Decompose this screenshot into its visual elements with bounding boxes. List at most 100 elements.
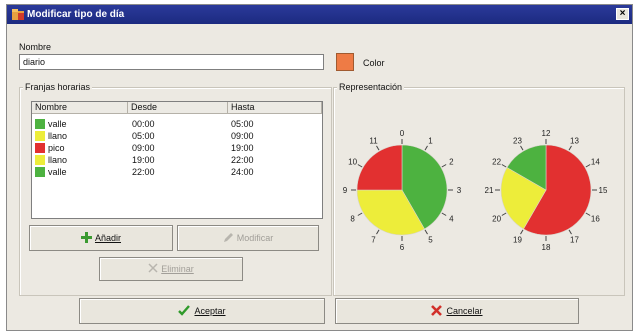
row-nombre: llano <box>48 131 68 141</box>
clock-label: 23 <box>513 137 522 146</box>
clock-label: 14 <box>591 158 600 167</box>
row-color-swatch <box>35 131 45 141</box>
clock-label: 16 <box>591 215 600 224</box>
franjas-legend: Franjas horarias <box>23 82 93 92</box>
clock-slice <box>356 144 403 191</box>
franjas-list[interactable]: Nombre Desde Hasta valle 00:00 05:00 lla… <box>31 101 323 219</box>
row-hasta: 19:00 <box>231 143 254 153</box>
clock-chart-pm: 12 13 14 15 16 17 18 19 20 21 22 23 <box>485 129 607 252</box>
modify-button[interactable]: Modificar <box>177 225 319 251</box>
clock-label: 17 <box>570 235 579 244</box>
col-header-hasta[interactable]: Hasta <box>228 102 322 114</box>
col-header-nombre[interactable]: Nombre <box>32 102 128 114</box>
clock-label: 10 <box>348 158 357 167</box>
cancel-button-label: Cancelar <box>446 306 483 316</box>
clock-tick <box>441 164 447 168</box>
row-hasta: 09:00 <box>231 131 254 141</box>
add-button-label: Añadir <box>94 233 121 243</box>
color-swatch[interactable] <box>336 53 354 71</box>
row-desde: 22:00 <box>132 167 155 177</box>
clock-tick <box>520 145 524 151</box>
app-icon <box>12 9 24 20</box>
representacion-legend: Representación <box>337 82 405 92</box>
nombre-label: Nombre <box>19 42 52 52</box>
clock-tick <box>568 229 572 235</box>
clock-label: 0 <box>400 129 405 138</box>
checkmark-icon <box>178 305 191 316</box>
list-item[interactable]: llano 19:00 22:00 <box>32 155 322 166</box>
row-hasta: 24:00 <box>231 167 254 177</box>
row-color-swatch <box>35 155 45 165</box>
clock-label: 12 <box>542 129 551 138</box>
clock-label: 8 <box>350 215 355 224</box>
clock-label: 4 <box>449 215 454 224</box>
window-title: Modificar tipo de día <box>27 9 125 20</box>
list-item[interactable]: pico 09:00 19:00 <box>32 143 322 154</box>
row-nombre: valle <box>48 167 67 177</box>
clock-tick <box>357 212 363 216</box>
nombre-input[interactable]: diario <box>19 54 324 70</box>
row-color-swatch <box>35 143 45 153</box>
row-nombre: valle <box>48 119 67 129</box>
row-desde: 00:00 <box>132 119 155 129</box>
delete-icon <box>148 263 158 273</box>
clock-tick <box>376 229 380 235</box>
clock-am-slices <box>356 144 448 236</box>
clock-tick <box>585 164 591 168</box>
clock-tick <box>501 164 507 168</box>
accept-button-label: Aceptar <box>194 306 226 316</box>
clock-tick <box>568 145 572 151</box>
clock-label: 20 <box>492 215 501 224</box>
row-nombre: pico <box>48 143 65 153</box>
add-button[interactable]: Añadir <box>29 225 173 251</box>
clock-tick <box>585 212 591 216</box>
clock-tick <box>441 212 447 216</box>
clock-label: 1 <box>428 137 433 146</box>
title-bar: Modificar tipo de día × <box>7 5 632 24</box>
clock-label: 13 <box>570 137 579 146</box>
clock-tick <box>357 164 363 168</box>
plus-icon <box>80 232 92 243</box>
row-color-swatch <box>35 119 45 129</box>
modify-button-label: Modificar <box>236 233 274 243</box>
clock-tick <box>424 229 428 235</box>
clock-label: 6 <box>400 243 405 252</box>
clock-chart-am: 0 1 2 3 4 5 6 7 8 9 10 11 <box>343 129 462 252</box>
list-item[interactable]: llano 05:00 09:00 <box>32 131 322 142</box>
accept-button[interactable]: Aceptar <box>79 298 325 324</box>
clock-tick <box>501 212 507 216</box>
clock-label: 3 <box>457 186 462 195</box>
cancel-button[interactable]: Cancelar <box>335 298 579 324</box>
clock-label: 18 <box>542 243 551 252</box>
clock-tick <box>520 229 524 235</box>
cancel-icon <box>431 305 443 316</box>
list-item[interactable]: valle 22:00 24:00 <box>32 167 322 178</box>
clock-pm-slices <box>500 144 592 236</box>
delete-button-label: Eliminar <box>161 264 194 274</box>
clock-label: 2 <box>449 158 454 167</box>
clock-label: 21 <box>485 186 494 195</box>
row-desde: 19:00 <box>132 155 155 165</box>
clock-label: 22 <box>492 158 501 167</box>
clock-label: 19 <box>513 235 522 244</box>
clock-tick <box>376 145 380 151</box>
clock-tick <box>424 145 428 151</box>
row-hasta: 05:00 <box>231 119 254 129</box>
pencil-icon <box>223 233 233 242</box>
clock-label: 11 <box>369 137 378 146</box>
row-hasta: 22:00 <box>231 155 254 165</box>
clock-label: 15 <box>599 186 607 195</box>
row-desde: 09:00 <box>132 143 155 153</box>
dialog-window: Modificar tipo de día × Nombre diario Co… <box>6 4 633 331</box>
row-nombre: llano <box>48 155 68 165</box>
row-desde: 05:00 <box>132 131 155 141</box>
close-button[interactable]: × <box>616 8 629 20</box>
clock-label: 7 <box>371 235 376 244</box>
row-color-swatch <box>35 167 45 177</box>
clock-label: 9 <box>343 186 348 195</box>
clock-label: 5 <box>428 235 433 244</box>
col-header-desde[interactable]: Desde <box>128 102 228 114</box>
delete-button[interactable]: Eliminar <box>99 257 243 281</box>
color-label: Color <box>363 58 385 68</box>
list-item[interactable]: valle 00:00 05:00 <box>32 119 322 130</box>
